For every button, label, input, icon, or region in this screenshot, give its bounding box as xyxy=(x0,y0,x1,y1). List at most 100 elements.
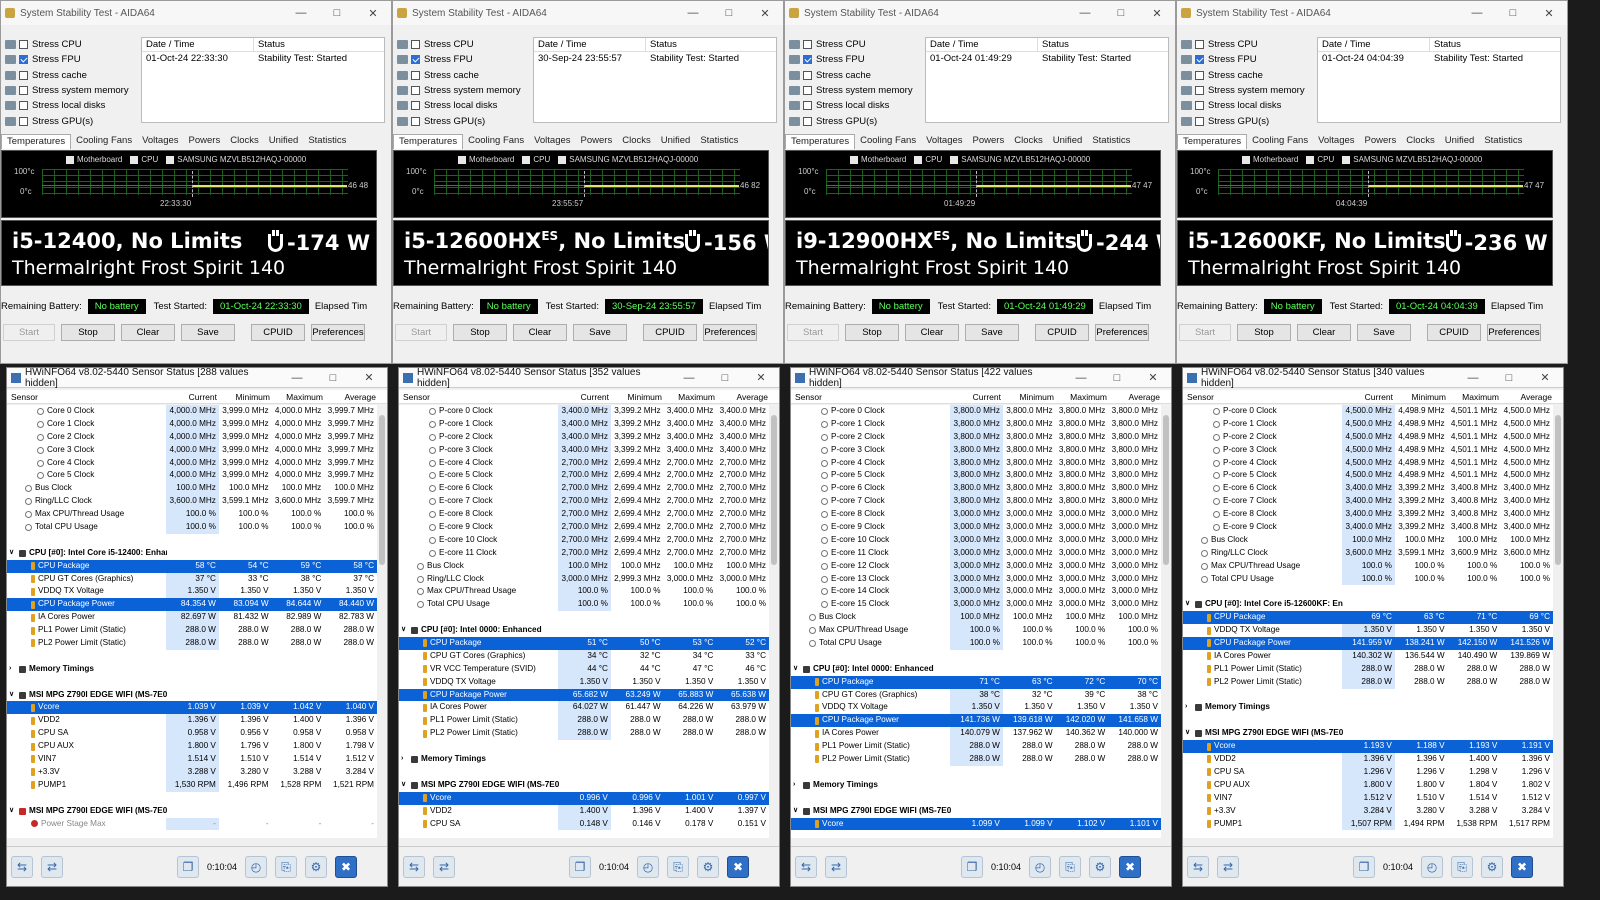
legend-item[interactable]: Motherboard xyxy=(66,155,122,164)
sensor-row[interactable]: Total CPU Usage 100.0 % 100.0 % 100.0 % 100.… xyxy=(7,521,377,534)
sensor-row[interactable]: P-core 4 Clock 3,800.0 MHz 3,800.0 MHz 3,80… xyxy=(791,456,1161,470)
tab-temperatures[interactable]: Temperatures xyxy=(1,134,72,149)
sensor-row[interactable]: Total CPU Usage 100.0 % 100.0 % 100.0 % 100.… xyxy=(791,637,1161,650)
stress-option[interactable]: Stress GPU(s) xyxy=(789,113,924,128)
close-sensors-icon[interactable]: ✖ xyxy=(1511,855,1534,878)
sensor-group-header[interactable]: ∨ MSI MPG Z790I EDGE WIFI (MS-7E03) (Rene… xyxy=(7,805,377,818)
column-header-current[interactable]: Current xyxy=(559,390,612,403)
expand-chevron-icon[interactable]: › xyxy=(793,779,801,792)
sensor-row[interactable]: E-core 5 Clock 2,700.0 MHz 2,699.4 MHz 2,70… xyxy=(399,469,769,483)
sensor-group-header[interactable]: ∨ MSI MPG Z790I EDGE WIFI (MS-7E03) (Nuvo… xyxy=(1183,727,1553,740)
stress-checkbox[interactable] xyxy=(411,70,420,80)
collapse-arrows-icon[interactable]: ⇄ xyxy=(1217,855,1239,878)
cpuid-button[interactable]: CPUID xyxy=(643,324,697,341)
sensor-row[interactable]: E-core 10 Clock 2,700.0 MHz 2,699.4 MHz 2,7… xyxy=(399,533,769,547)
stress-option[interactable]: Stress system memory xyxy=(397,83,532,98)
sensor-row[interactable]: VDDQ TX Voltage 1.350 V 1.350 V 1.350 V 1.35… xyxy=(399,675,769,689)
maximize-button[interactable]: □ xyxy=(315,372,351,384)
sensor-row[interactable]: PUMP1 1,530 RPM 1,496 RPM 1,528 RPM 1,521 RP… xyxy=(7,778,377,792)
tab-cooling-fans[interactable]: Cooling Fans xyxy=(1247,134,1313,149)
sensor-row[interactable]: CPU Package 51 °C 50 °C 53 °C 52 °C xyxy=(399,637,769,650)
cpuid-button[interactable]: CPUID xyxy=(1427,324,1481,341)
stress-option[interactable]: Stress local disks xyxy=(5,98,140,113)
sensor-group-header[interactable]: › Memory Timings xyxy=(1183,701,1553,714)
stress-option[interactable]: Stress CPU xyxy=(5,37,140,52)
stress-checkbox[interactable] xyxy=(1195,70,1204,80)
sensor-group-header[interactable]: › Memory Timings xyxy=(791,779,1161,792)
sensor-group-header[interactable]: ∨ CPU [#0]: Intel Core i5-12400: Enhanced xyxy=(7,547,377,560)
stress-checkbox[interactable] xyxy=(803,70,812,80)
stress-checkbox[interactable] xyxy=(19,55,28,65)
stress-checkbox[interactable] xyxy=(803,86,812,96)
sensor-row[interactable]: P-core 0 Clock 3,400.0 MHz 3,399.2 MHz 3,40… xyxy=(399,405,769,418)
sensor-row[interactable]: E-core 10 Clock 3,000.0 MHz 3,000.0 MHz 3,0… xyxy=(791,533,1161,547)
collapse-chevron-icon[interactable]: ∨ xyxy=(401,779,409,792)
maximize-button[interactable]: □ xyxy=(711,7,747,19)
legend-checkbox[interactable] xyxy=(558,155,567,164)
column-header-maximum[interactable]: Maximum xyxy=(1057,390,1110,403)
sensor-row[interactable]: PL2 Power Limit (Static) 288.0 W 288.0 W 28… xyxy=(791,753,1161,766)
clear-button[interactable]: Clear xyxy=(121,324,175,341)
sensor-row[interactable]: Vcore 1.193 V 1.188 V 1.193 V 1.191 V xyxy=(1183,740,1553,754)
sensor-row[interactable]: VDD2 1.396 V 1.396 V 1.400 V 1.396 V xyxy=(7,714,377,728)
tab-clocks[interactable]: Clocks xyxy=(1009,134,1048,149)
sensor-row[interactable]: E-core 13 Clock 3,000.0 MHz 3,000.0 MHz 3,0… xyxy=(791,572,1161,586)
stress-option[interactable]: Stress system memory xyxy=(789,83,924,98)
report-icon[interactable]: ⎘ xyxy=(667,855,690,878)
sensor-row[interactable]: P-core 3 Clock 3,400.0 MHz 3,399.2 MHz 3,40… xyxy=(399,443,769,457)
minimize-button[interactable]: — xyxy=(1063,372,1099,384)
scrollbar-thumb[interactable] xyxy=(1555,415,1561,565)
expand-chevron-icon[interactable]: › xyxy=(1185,701,1193,714)
sensor-row[interactable] xyxy=(399,611,769,624)
start-button[interactable]: Start xyxy=(3,324,55,341)
sensor-row[interactable]: P-core 3 Clock 3,800.0 MHz 3,800.0 MHz 3,80… xyxy=(791,443,1161,457)
sensor-group-header[interactable]: ∨ CPU [#0]: Intel Core i5-12600KF: Enhanc… xyxy=(1183,598,1553,611)
sensor-row[interactable]: Ring/LLC Clock 3,600.0 MHz 3,599.1 MHz 3,60… xyxy=(7,495,377,509)
sensor-row[interactable]: E-core 8 Clock 2,700.0 MHz 2,699.4 MHz 2,70… xyxy=(399,508,769,522)
stress-option[interactable]: Stress FPU xyxy=(397,52,532,67)
sensor-row[interactable] xyxy=(1183,585,1553,598)
vertical-scrollbar[interactable] xyxy=(1161,405,1171,838)
sensor-row[interactable]: Vcore 1.099 V 1.099 V 1.102 V 1.101 V xyxy=(791,817,1161,831)
report-icon[interactable]: ⎘ xyxy=(1451,855,1474,878)
minimize-button[interactable]: — xyxy=(1067,7,1103,19)
tab-unified[interactable]: Unified xyxy=(264,134,304,149)
scrollbar-thumb[interactable] xyxy=(771,415,777,565)
minimize-button[interactable]: — xyxy=(279,372,315,384)
stress-option[interactable]: Stress system memory xyxy=(5,83,140,98)
column-header-maximum[interactable]: Maximum xyxy=(1449,390,1502,403)
stress-option[interactable]: Stress local disks xyxy=(397,98,532,113)
sensor-row[interactable]: P-core 3 Clock 4,500.0 MHz 4,498.9 MHz 4,50… xyxy=(1183,443,1553,457)
tab-powers[interactable]: Powers xyxy=(968,134,1010,149)
sensor-group-header[interactable]: › Memory Timings xyxy=(399,753,769,766)
settings-gear-icon[interactable]: ⚙ xyxy=(1481,855,1504,878)
maximize-button[interactable]: □ xyxy=(319,7,355,19)
sensor-row[interactable]: Core 5 Clock 4,000.0 MHz 3,999.0 MHz 4,000.… xyxy=(7,469,377,483)
sensor-row[interactable]: VR VCC Temperature (SVID) 44 °C 44 °C 47 °C… xyxy=(399,662,769,676)
stress-checkbox[interactable] xyxy=(411,40,420,50)
tab-voltages[interactable]: Voltages xyxy=(921,134,967,149)
sensor-row[interactable]: E-core 6 Clock 3,400.0 MHz 3,399.2 MHz 3,40… xyxy=(1183,482,1553,496)
tab-clocks[interactable]: Clocks xyxy=(1401,134,1440,149)
sensor-row[interactable]: Core 3 Clock 4,000.0 MHz 3,999.0 MHz 4,000.… xyxy=(7,443,377,457)
sensor-row[interactable]: Vcore 1.039 V 1.039 V 1.042 V 1.040 V xyxy=(7,701,377,715)
collapse-chevron-icon[interactable]: ∨ xyxy=(793,805,801,818)
save-button[interactable]: Save xyxy=(965,324,1019,341)
tab-cooling-fans[interactable]: Cooling Fans xyxy=(855,134,921,149)
legend-item[interactable]: CPU xyxy=(130,155,158,164)
preferences-button[interactable]: Preferences xyxy=(703,324,757,341)
stress-checkbox[interactable] xyxy=(19,116,28,126)
stress-checkbox[interactable] xyxy=(803,55,812,65)
column-header-minimum[interactable]: Minimum xyxy=(1396,390,1449,403)
legend-item[interactable]: SAMSUNG MZVLB512HAQJ-00000 xyxy=(950,155,1090,164)
sensor-row[interactable]: CPU Package Power 141.736 W 139.618 W 142.0… xyxy=(791,714,1161,728)
sensor-row[interactable]: PL2 Power Limit (Static) 288.0 W 288.0 W 28… xyxy=(1183,675,1553,689)
navigate-arrows-icon[interactable]: ⇆ xyxy=(11,855,33,878)
preferences-button[interactable]: Preferences xyxy=(1095,324,1149,341)
sensor-row[interactable]: Core 4 Clock 4,000.0 MHz 3,999.0 MHz 4,000.… xyxy=(7,456,377,470)
collapse-arrows-icon[interactable]: ⇄ xyxy=(825,855,847,878)
sensor-row[interactable]: P-core 0 Clock 3,800.0 MHz 3,800.0 MHz 3,80… xyxy=(791,405,1161,418)
start-button[interactable]: Start xyxy=(395,324,447,341)
sensor-row[interactable] xyxy=(791,792,1161,805)
maximize-button[interactable]: □ xyxy=(1103,7,1139,19)
